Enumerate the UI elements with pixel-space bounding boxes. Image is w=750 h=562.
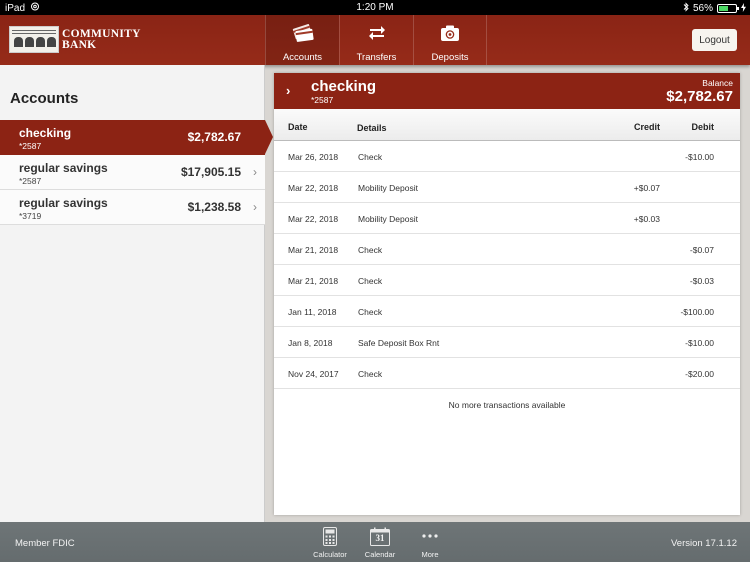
transaction-details: Check	[358, 369, 383, 379]
transaction-details: Mobility Deposit	[358, 214, 418, 224]
tab-accounts-label: Accounts	[282, 52, 323, 63]
account-detail-header: › checking *2587 Balance $2,782.67	[274, 73, 740, 109]
transaction-date: Jan 11, 2018	[288, 307, 337, 317]
account-name: regular savings	[19, 161, 108, 175]
transaction-details: Check	[358, 276, 383, 286]
sidebar-title: Accounts	[10, 90, 79, 107]
transaction-row[interactable]: Mar 26, 2018 Check -$10.00	[274, 141, 740, 172]
status-bar: iPad 1:20 PM 56%	[0, 0, 750, 15]
account-item-regular-savings-2587[interactable]: regular savings *2587 $17,905.15 ›	[0, 155, 265, 190]
transaction-debit: -$0.07	[689, 245, 714, 255]
transaction-details: Check	[358, 245, 383, 255]
member-fdic: Member FDIC	[15, 538, 75, 549]
tab-transfers[interactable]: Transfers	[339, 15, 413, 65]
chevron-right-icon: ›	[253, 165, 257, 179]
calculator-label: Calculator	[313, 550, 347, 559]
logout-button[interactable]: Logout	[692, 29, 737, 51]
transaction-details: Check	[358, 152, 383, 162]
column-debit[interactable]: Debit	[692, 122, 715, 132]
transaction-date: Jan 8, 2018	[288, 338, 333, 348]
transaction-row[interactable]: Mar 22, 2018 Mobility Deposit +$0.03	[274, 203, 740, 234]
account-item-checking[interactable]: checking *2587 $2,782.67	[0, 120, 273, 155]
bank-building-icon	[9, 26, 59, 53]
chevron-right-icon[interactable]: ›	[286, 83, 290, 98]
transaction-details: Safe Deposit Box Rnt	[358, 338, 440, 348]
transaction-debit: -$100.00	[680, 307, 714, 317]
camera-icon	[440, 23, 460, 43]
detail-account-number: *2587	[311, 95, 334, 105]
account-number: *2587	[19, 141, 42, 151]
app-version: Version 17.1.12	[670, 538, 737, 549]
column-date[interactable]: Date	[288, 122, 308, 132]
transaction-row[interactable]: Mar 22, 2018 Mobility Deposit +$0.07	[274, 172, 740, 203]
more-label: More	[421, 550, 439, 559]
column-credit[interactable]: Credit	[634, 122, 660, 132]
transaction-date: Mar 21, 2018	[288, 276, 339, 286]
calendar-day: 31	[375, 533, 385, 543]
bank-logo: COMMUNITY BANK	[9, 26, 141, 53]
chevron-right-icon: ›	[253, 200, 257, 214]
no-more-transactions: No more transactions available	[448, 400, 566, 410]
account-detail-panel: › checking *2587 Balance $2,782.67 Date …	[274, 73, 740, 515]
account-balance: $17,905.15	[180, 165, 241, 179]
transaction-date: Mar 22, 2018	[288, 214, 339, 224]
transactions-header: Date Details Credit Debit	[274, 109, 740, 141]
footer-tools: Calculator 31 Calendar More	[305, 526, 455, 559]
transaction-debit: -$20.00	[685, 369, 714, 379]
clock: 1:20 PM	[356, 2, 394, 13]
account-name: checking	[19, 126, 72, 140]
calculator-button[interactable]: Calculator	[305, 526, 355, 559]
tab-deposits-label: Deposits	[431, 52, 469, 63]
more-dots-icon	[422, 526, 438, 546]
account-number: *3719	[19, 211, 42, 221]
transaction-debit: -$10.00	[685, 338, 714, 348]
transaction-date: Mar 21, 2018	[288, 245, 339, 255]
logo-text-line1: COMMUNITY	[62, 27, 141, 40]
transaction-date: Mar 26, 2018	[288, 152, 339, 162]
transaction-row[interactable]: Jan 11, 2018 Check -$100.00	[274, 296, 740, 327]
transaction-row[interactable]: Mar 21, 2018 Check -$0.07	[274, 234, 740, 265]
bluetooth-icon	[683, 2, 689, 15]
tab-deposits[interactable]: Deposits	[413, 15, 487, 65]
credit-cards-icon	[291, 23, 315, 43]
transfer-arrows-icon	[368, 23, 386, 43]
transaction-date: Nov 24, 2017	[288, 369, 339, 379]
balance-value: $2,782.67	[666, 88, 733, 105]
account-balance: $2,782.67	[187, 130, 241, 144]
main-nav: Accounts Transfers Deposits	[265, 15, 487, 65]
transaction-details: Check	[358, 307, 383, 317]
accounts-sidebar: Accounts checking *2587 $2,782.67 regula…	[0, 65, 273, 522]
transaction-credit: +$0.03	[633, 214, 660, 224]
transaction-date: Mar 22, 2018	[288, 183, 339, 193]
transaction-row[interactable]: Jan 8, 2018 Safe Deposit Box Rnt -$10.00	[274, 327, 740, 358]
battery-icon	[717, 4, 739, 13]
more-button[interactable]: More	[405, 526, 455, 559]
battery-percent: 56%	[692, 3, 713, 14]
transactions-list: Mar 26, 2018 Check -$10.00 Mar 22, 2018 …	[274, 141, 740, 410]
account-balance: $1,238.58	[187, 200, 241, 214]
transaction-credit: +$0.07	[633, 183, 660, 193]
account-number: *2587	[19, 176, 42, 186]
balance-label: Balance	[702, 78, 733, 88]
calendar-icon: 31	[370, 526, 390, 546]
calendar-label: Calendar	[364, 550, 396, 559]
tab-accounts[interactable]: Accounts	[265, 15, 339, 65]
detail-account-name: checking	[311, 78, 377, 95]
transaction-debit: -$0.03	[689, 276, 714, 286]
app-header: COMMUNITY BANK Accounts Transfers Deposi…	[0, 15, 750, 65]
calculator-icon	[323, 526, 337, 546]
account-name: regular savings	[19, 196, 108, 210]
tab-transfers-label: Transfers	[356, 52, 397, 63]
transaction-debit: -$10.00	[685, 152, 714, 162]
logo-text-line2: BANK	[62, 38, 97, 51]
transaction-details: Mobility Deposit	[358, 183, 418, 193]
charging-icon	[741, 2, 746, 15]
app-footer: Member FDIC Calculator 31 Calendar More …	[0, 522, 750, 562]
column-details[interactable]: Details	[357, 123, 387, 133]
transaction-row[interactable]: Mar 21, 2018 Check -$0.03	[274, 265, 740, 296]
transaction-row[interactable]: Nov 24, 2017 Check -$20.00	[274, 358, 740, 389]
account-item-regular-savings-3719[interactable]: regular savings *3719 $1,238.58 ›	[0, 190, 265, 225]
calendar-button[interactable]: 31 Calendar	[355, 526, 405, 559]
